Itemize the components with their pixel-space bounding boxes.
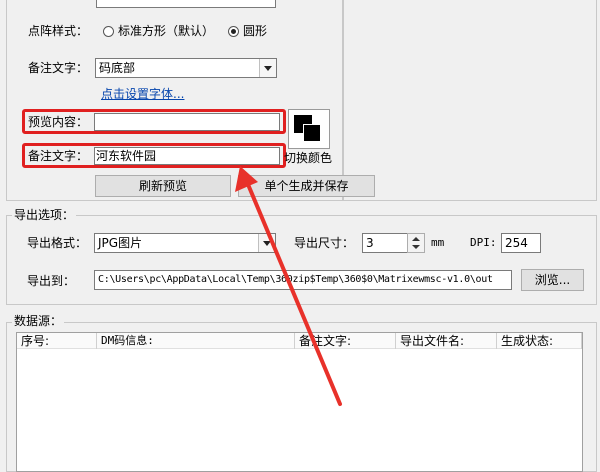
refresh-preview-button[interactable]: 刷新预览	[95, 175, 231, 197]
export-to-label: 导出到：	[27, 274, 76, 288]
top-partial-combo[interactable]	[96, 0, 276, 8]
preview-content-label: 预览内容：	[28, 115, 89, 129]
note-text-input[interactable]: 河东软件园	[94, 147, 280, 165]
font-settings-link[interactable]: 点击设置字体...	[101, 86, 184, 102]
preview-panel-group	[343, 0, 597, 201]
note-text-label: 备注文字：	[28, 149, 89, 163]
note-position-select[interactable]: 码底部	[95, 58, 277, 78]
col-header-filename[interactable]: 导出文件名:	[396, 333, 497, 349]
color-swatch-frame[interactable]	[288, 109, 330, 149]
export-size-label: 导出尺寸：	[294, 236, 355, 250]
size-unit-label: mm	[431, 236, 445, 249]
data-table[interactable]	[16, 332, 583, 472]
generate-save-button[interactable]: 单个生成并保存	[238, 175, 375, 197]
dpi-label: DPI:	[470, 236, 497, 249]
col-header-index[interactable]: 序号:	[17, 333, 97, 349]
radio-square-style[interactable]	[103, 26, 114, 37]
data-source-legend: 数据源：	[12, 314, 65, 328]
export-format-select[interactable]: JPG图片	[94, 233, 276, 253]
toggle-color-label[interactable]: 切换颜色	[284, 150, 332, 166]
export-size-input[interactable]: 3	[362, 233, 408, 253]
note-position-value: 码底部	[99, 61, 136, 75]
note-position-label: 备注文字：	[28, 61, 89, 75]
background-color-swatch	[303, 124, 321, 142]
radio-circle-label: 圆形	[243, 24, 268, 38]
export-options-group	[6, 215, 597, 305]
preview-content-input[interactable]	[94, 113, 280, 131]
radio-square-label: 标准方形（默认）	[118, 24, 215, 38]
export-options-legend: 导出选项：	[12, 208, 77, 222]
col-header-status[interactable]: 生成状态:	[497, 333, 582, 349]
size-stepper[interactable]	[407, 233, 425, 253]
dpi-input[interactable]: 254	[501, 233, 541, 253]
export-format-label: 导出格式：	[27, 236, 88, 250]
radio-circle-style[interactable]	[228, 26, 239, 37]
stepper-up-icon[interactable]	[412, 237, 420, 241]
chevron-down-icon[interactable]	[258, 234, 275, 252]
chevron-down-icon[interactable]	[259, 59, 276, 77]
col-header-note[interactable]: 备注文字:	[295, 333, 396, 349]
stepper-down-icon[interactable]	[412, 245, 420, 249]
export-path-input[interactable]: C:\Users\pc\AppData\Local\Temp\360zip$Te…	[94, 270, 512, 290]
dot-style-label: 点阵样式：	[28, 24, 89, 38]
browse-button[interactable]: 浏览...	[521, 269, 584, 291]
col-header-dm-info[interactable]: DM码信息:	[97, 333, 295, 349]
export-format-value: JPG图片	[98, 236, 143, 250]
